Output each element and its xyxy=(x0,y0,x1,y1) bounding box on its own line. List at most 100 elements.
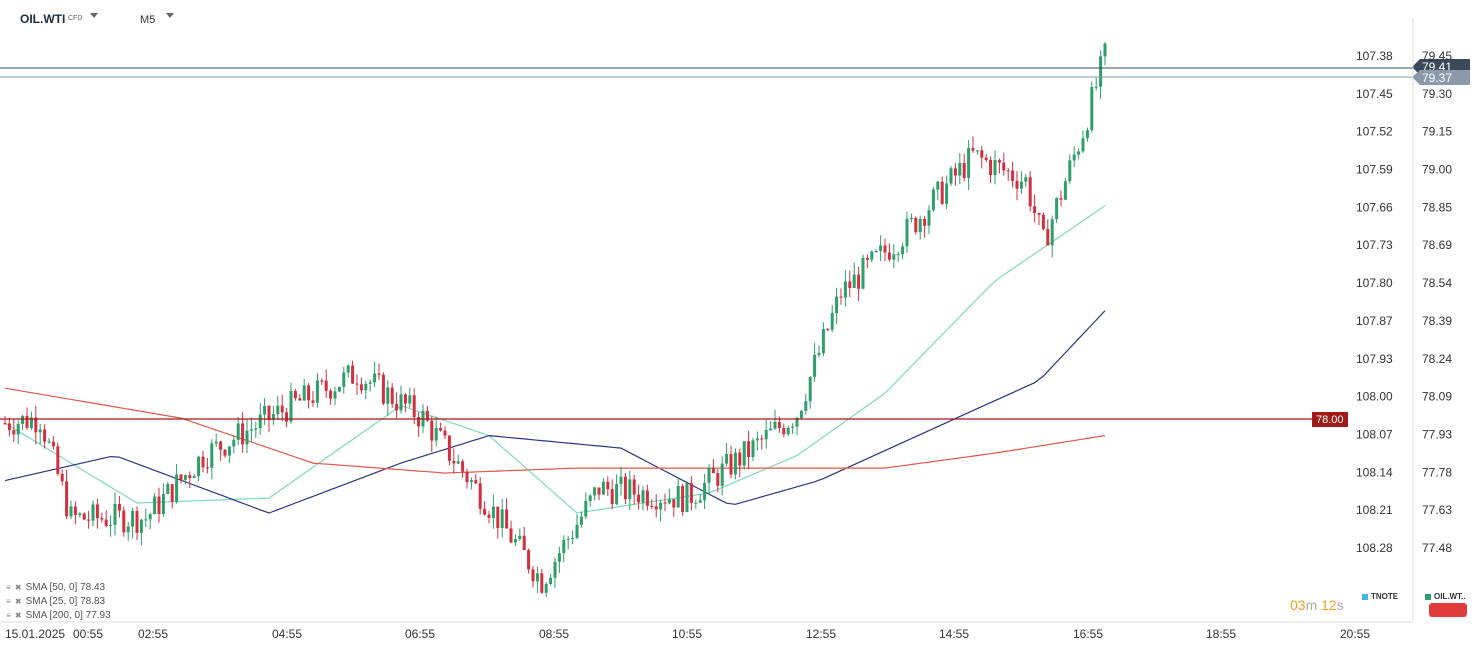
candle-body xyxy=(874,250,878,252)
candle-body xyxy=(113,503,117,525)
candle-body xyxy=(381,374,385,404)
candle-body xyxy=(1006,170,1010,172)
candle-body xyxy=(104,519,108,526)
candle-body xyxy=(87,519,91,521)
secondary-tick-label: 108.07 xyxy=(1356,427,1393,441)
candle-body xyxy=(597,487,601,495)
secondary-tick-label: 107.87 xyxy=(1356,314,1393,328)
candle-countdown: 03m 12s xyxy=(1290,597,1344,613)
secondary-tick-label: 107.73 xyxy=(1356,238,1393,252)
candle-body xyxy=(681,485,685,512)
indicator-label: SMA [200, 0] 77.93 xyxy=(25,610,111,621)
candle-body xyxy=(1015,180,1019,189)
candle-body xyxy=(109,524,113,526)
candle-body xyxy=(399,394,403,411)
price-tick-label: 77.63 xyxy=(1422,503,1452,517)
candle-body xyxy=(298,398,302,401)
secondary-tick-label: 107.80 xyxy=(1356,276,1393,290)
candle-body xyxy=(263,405,267,415)
oil-wti-tag[interactable]: OIL.WT.. xyxy=(1425,592,1466,601)
tnote-tag[interactable]: TNOTE xyxy=(1362,592,1398,601)
price-tick-label: 77.93 xyxy=(1422,427,1452,441)
indicator-settings-icon[interactable]: ≡ ✖ xyxy=(6,583,23,592)
candle-body xyxy=(1011,170,1015,181)
candle-body xyxy=(989,160,993,176)
price-tick-label: 78.39 xyxy=(1422,314,1452,328)
candle-body xyxy=(505,509,509,529)
candle-body xyxy=(289,390,293,422)
candle-body xyxy=(210,443,214,468)
candle-body xyxy=(747,441,751,457)
candle-body xyxy=(571,538,575,540)
candle-body xyxy=(993,160,997,176)
sma-line xyxy=(4,310,1106,514)
candle-body xyxy=(997,160,1001,163)
candle-body xyxy=(447,435,451,461)
candle-body xyxy=(852,274,856,289)
candle-body xyxy=(1041,214,1045,230)
candle-body xyxy=(566,538,570,540)
indicator-legend-item[interactable]: ≡ ✖ SMA [25, 0] 78.83 xyxy=(6,596,105,607)
candle-body xyxy=(1090,87,1094,131)
candle-body xyxy=(883,245,887,253)
candle-body xyxy=(694,502,698,504)
indicator-settings-icon[interactable]: ≡ ✖ xyxy=(6,611,23,620)
candle-body xyxy=(606,481,610,490)
candle-body xyxy=(804,401,808,411)
time-tick-label: 10:55 xyxy=(672,627,702,641)
candle-body xyxy=(777,422,781,429)
price-tick-label: 78.54 xyxy=(1422,276,1452,290)
candle-body xyxy=(368,382,372,384)
candle-body xyxy=(1055,198,1059,220)
candle-body xyxy=(1085,130,1089,139)
candle-body xyxy=(219,441,223,450)
time-tick-label: 15.01.2025 xyxy=(5,627,65,641)
candle-body xyxy=(549,577,553,585)
indicator-label: SMA [50, 0] 78.43 xyxy=(25,582,106,593)
candle-body xyxy=(562,539,566,554)
sell-badge[interactable] xyxy=(1429,603,1467,617)
indicator-legend-item[interactable]: ≡ ✖ SMA [200, 0] 77.93 xyxy=(6,610,111,621)
price-tick-label: 77.48 xyxy=(1422,541,1452,555)
candle-body xyxy=(3,423,7,425)
candle-body xyxy=(139,519,143,533)
candle-body xyxy=(227,446,231,456)
candle-body xyxy=(672,499,676,508)
candle-body xyxy=(395,403,399,411)
candle-body xyxy=(857,274,861,289)
candle-body xyxy=(478,483,482,509)
candle-body xyxy=(408,395,412,404)
price-chart[interactable]: 78.0079.4179.37 79.4579.3079.1579.0078.8… xyxy=(0,0,1482,650)
candle-body xyxy=(223,449,227,456)
price-tick-label: 78.85 xyxy=(1422,200,1452,214)
candle-body xyxy=(615,484,619,505)
candle-body xyxy=(1028,177,1032,207)
candle-body xyxy=(1033,206,1037,213)
secondary-tick-label: 108.00 xyxy=(1356,390,1393,404)
candle-body xyxy=(333,391,337,399)
candle-body xyxy=(967,147,971,178)
candle-body xyxy=(720,463,724,486)
candle-body xyxy=(733,452,737,475)
price-tick-label: 78.69 xyxy=(1422,238,1452,252)
candle-body xyxy=(78,513,82,515)
price-level-label: 78.00 xyxy=(1316,414,1344,426)
candle-body xyxy=(835,296,839,314)
candle-body xyxy=(1068,160,1072,182)
candle-body xyxy=(579,516,583,525)
indicator-settings-icon[interactable]: ≡ ✖ xyxy=(6,597,23,606)
indicator-legend-item[interactable]: ≡ ✖ SMA [50, 0] 78.43 xyxy=(6,582,105,593)
candle-body xyxy=(21,415,25,424)
candle-body xyxy=(667,499,671,504)
candle-body xyxy=(197,456,201,477)
candle-body xyxy=(755,438,759,441)
candle-body xyxy=(826,328,830,330)
candle-body xyxy=(953,168,957,176)
price-tick-label: 79.30 xyxy=(1422,87,1452,101)
candle-body xyxy=(751,440,755,457)
candle-body xyxy=(359,384,363,391)
candle-body xyxy=(487,514,491,518)
candle-body xyxy=(69,506,73,517)
candle-body xyxy=(676,485,680,508)
price-tick-label: 78.09 xyxy=(1422,390,1452,404)
